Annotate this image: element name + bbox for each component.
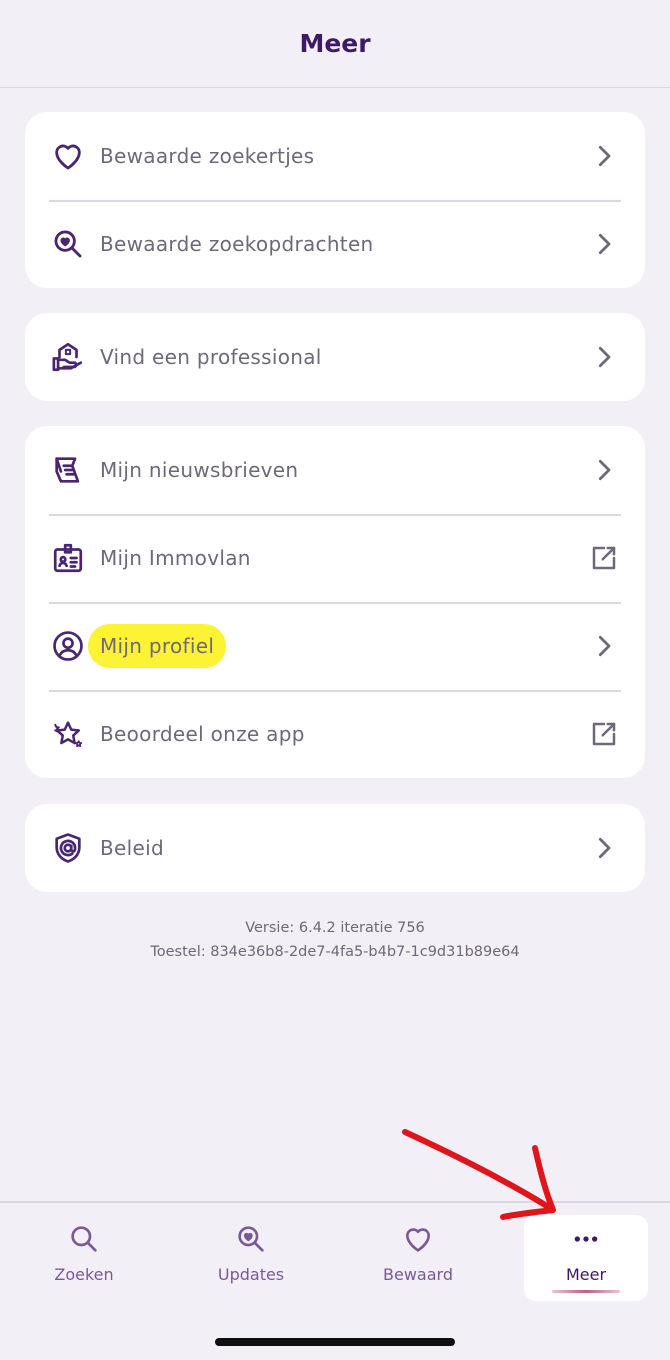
menu-item-policy[interactable]: Beleid bbox=[25, 804, 645, 892]
menu-item-rate-app[interactable]: Beoordeel onze app bbox=[25, 690, 645, 778]
chevron-right-icon bbox=[589, 455, 619, 485]
chevron-right-icon bbox=[589, 631, 619, 661]
shield-at-icon bbox=[51, 831, 85, 865]
menu-item-label: Mijn profiel bbox=[88, 624, 589, 668]
menu-item-saved-searches[interactable]: Bewaarde zoekopdrachten bbox=[25, 200, 645, 288]
menu-item-label: Mijn nieuwsbrieven bbox=[100, 458, 299, 482]
chevron-right-icon bbox=[589, 833, 619, 863]
tab-label: Zoeken bbox=[54, 1265, 114, 1284]
tab-label: Updates bbox=[217, 1265, 285, 1284]
tab-label: Bewaard bbox=[383, 1265, 453, 1284]
menu-card-professional: Vind een professional bbox=[25, 313, 645, 401]
chevron-right-icon bbox=[589, 229, 619, 259]
menu-item-label: Beoordeel onze app bbox=[100, 722, 305, 746]
newsletter-icon bbox=[51, 453, 85, 487]
annotation-arrow-icon bbox=[402, 1129, 556, 1220]
search-heart-icon bbox=[51, 227, 85, 261]
active-tab-indicator bbox=[552, 1290, 620, 1293]
menu-item-label: Mijn Immovlan bbox=[100, 546, 251, 570]
tab-updates[interactable]: Updates bbox=[189, 1215, 313, 1299]
menu-item-find-professional[interactable]: Vind een professional bbox=[25, 313, 645, 401]
menu-item-label: Bewaarde zoekopdrachten bbox=[100, 232, 374, 256]
house-hand-icon bbox=[51, 340, 85, 374]
menu-item-my-profile[interactable]: Mijn profiel bbox=[25, 602, 645, 690]
menu-item-label: Beleid bbox=[100, 836, 164, 860]
more-dots-icon bbox=[574, 1236, 598, 1242]
search-heart-icon bbox=[238, 1226, 264, 1252]
id-badge-icon bbox=[51, 541, 85, 575]
page-header: Meer bbox=[0, 0, 670, 88]
menu-card-saved: Bewaarde zoekertjes Bewaarde zoekopdrach… bbox=[25, 112, 645, 288]
tab-label: Meer bbox=[565, 1265, 607, 1284]
home-indicator bbox=[215, 1338, 455, 1346]
external-link-icon bbox=[589, 719, 619, 749]
user-circle-icon bbox=[51, 629, 85, 663]
menu-item-saved-listings[interactable]: Bewaarde zoekertjes bbox=[25, 112, 645, 200]
tab-search[interactable]: Zoeken bbox=[22, 1215, 146, 1299]
chevron-right-icon bbox=[589, 342, 619, 372]
highlight-marker: Mijn profiel bbox=[88, 624, 227, 668]
menu-item-label: Vind een professional bbox=[100, 345, 322, 369]
search-icon bbox=[71, 1226, 97, 1252]
page-title: Meer bbox=[299, 29, 371, 58]
menu-card-policy: Beleid bbox=[25, 804, 645, 892]
chevron-right-icon bbox=[589, 141, 619, 171]
version-info: Versie: 6.4.2 iteratie 756 Toestel: 834e… bbox=[0, 916, 670, 964]
menu-item-my-immovlan[interactable]: Mijn Immovlan bbox=[25, 514, 645, 602]
stars-icon bbox=[51, 717, 85, 751]
menu-item-label: Bewaarde zoekertjes bbox=[100, 144, 315, 168]
bottom-tab-bar: Zoeken Updates Bewaard Meer bbox=[0, 1201, 670, 1360]
heart-icon bbox=[51, 139, 85, 173]
device-id-line: Toestel: 834e36b8-2de7-4fa5-b4b7-1c9d31b… bbox=[150, 944, 520, 960]
external-link-icon bbox=[589, 543, 619, 573]
menu-item-newsletters[interactable]: Mijn nieuwsbrieven bbox=[25, 426, 645, 514]
menu-card-account: Mijn nieuwsbrieven Mijn Immovlan Mijn pr… bbox=[25, 426, 645, 778]
version-line: Versie: 6.4.2 iteratie 756 bbox=[245, 920, 425, 936]
